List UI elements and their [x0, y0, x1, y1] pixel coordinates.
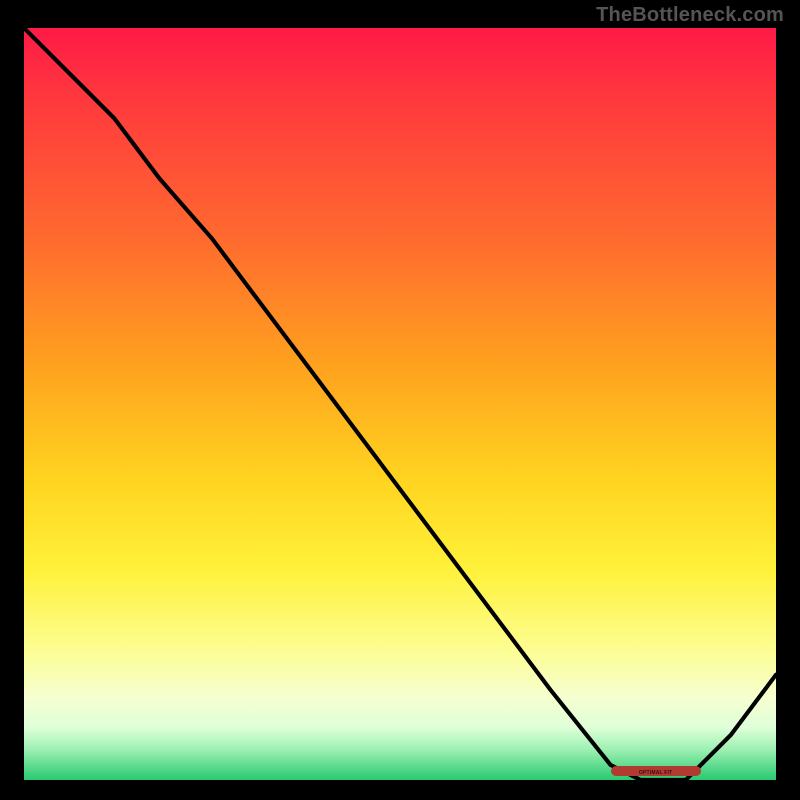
line-layer: [24, 28, 776, 780]
watermark-text: TheBottleneck.com: [596, 4, 784, 27]
plot-area: OPTIMAL FIT: [24, 28, 776, 780]
bottleneck-curve: [24, 28, 776, 780]
chart-root: TheBottleneck.com OPTIMAL FIT: [0, 0, 800, 800]
optimal-zone-marker: [611, 766, 701, 775]
